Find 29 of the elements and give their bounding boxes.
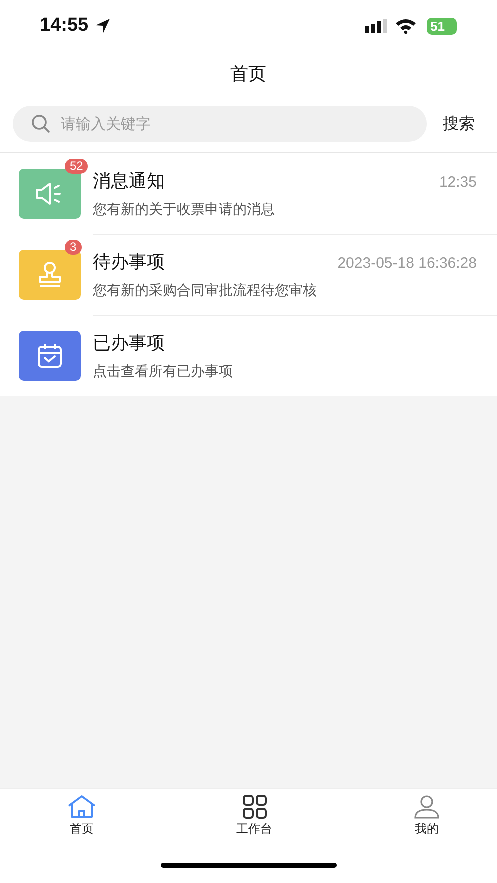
stamp-icon xyxy=(36,260,64,288)
page-title: 首页 xyxy=(230,63,268,87)
count-badge: 52 xyxy=(65,159,88,174)
signal-icon xyxy=(364,19,389,33)
battery-indicator: 51 xyxy=(426,18,457,34)
item-time: 2023-05-18 16:36:28 xyxy=(338,255,477,272)
item-subtitle: 您有新的采购合同审批流程待您审核 xyxy=(93,282,318,300)
wifi-icon xyxy=(394,18,417,34)
search-field[interactable]: 请输入关键字 xyxy=(13,106,427,142)
status-time: 14:55 xyxy=(40,15,89,37)
location-arrow-icon xyxy=(94,18,111,34)
item-title: 消息通知 xyxy=(93,170,165,192)
item-title: 已办事项 xyxy=(93,332,165,355)
item-subtitle: 点击查看所有已办事项 xyxy=(93,363,234,381)
tab[interactable]: 工作台 xyxy=(224,795,284,847)
list-item[interactable]: 3 待办事项 2023-05-18 16:36:28 您有新的采购合同审批流程待您审核 xyxy=(0,234,497,315)
item-subtitle: 您有新的关于收票申请的消息 xyxy=(93,200,276,218)
tab[interactable]: 我的 xyxy=(397,795,457,847)
person-icon xyxy=(413,795,441,819)
count-badge: 3 xyxy=(65,240,82,255)
tab[interactable]: 首页 xyxy=(52,795,112,847)
list-item[interactable]: 52 消息通知 12:35 您有新的关于收票申请的消息 xyxy=(0,153,497,234)
home-icon xyxy=(67,795,97,819)
search-icon xyxy=(31,114,51,134)
item-title: 待办事项 xyxy=(93,251,165,274)
grid-icon xyxy=(242,795,268,819)
item-time: 12:35 xyxy=(439,174,477,190)
calendar-check-icon xyxy=(36,342,64,370)
search-button[interactable]: 搜索 xyxy=(437,110,481,138)
